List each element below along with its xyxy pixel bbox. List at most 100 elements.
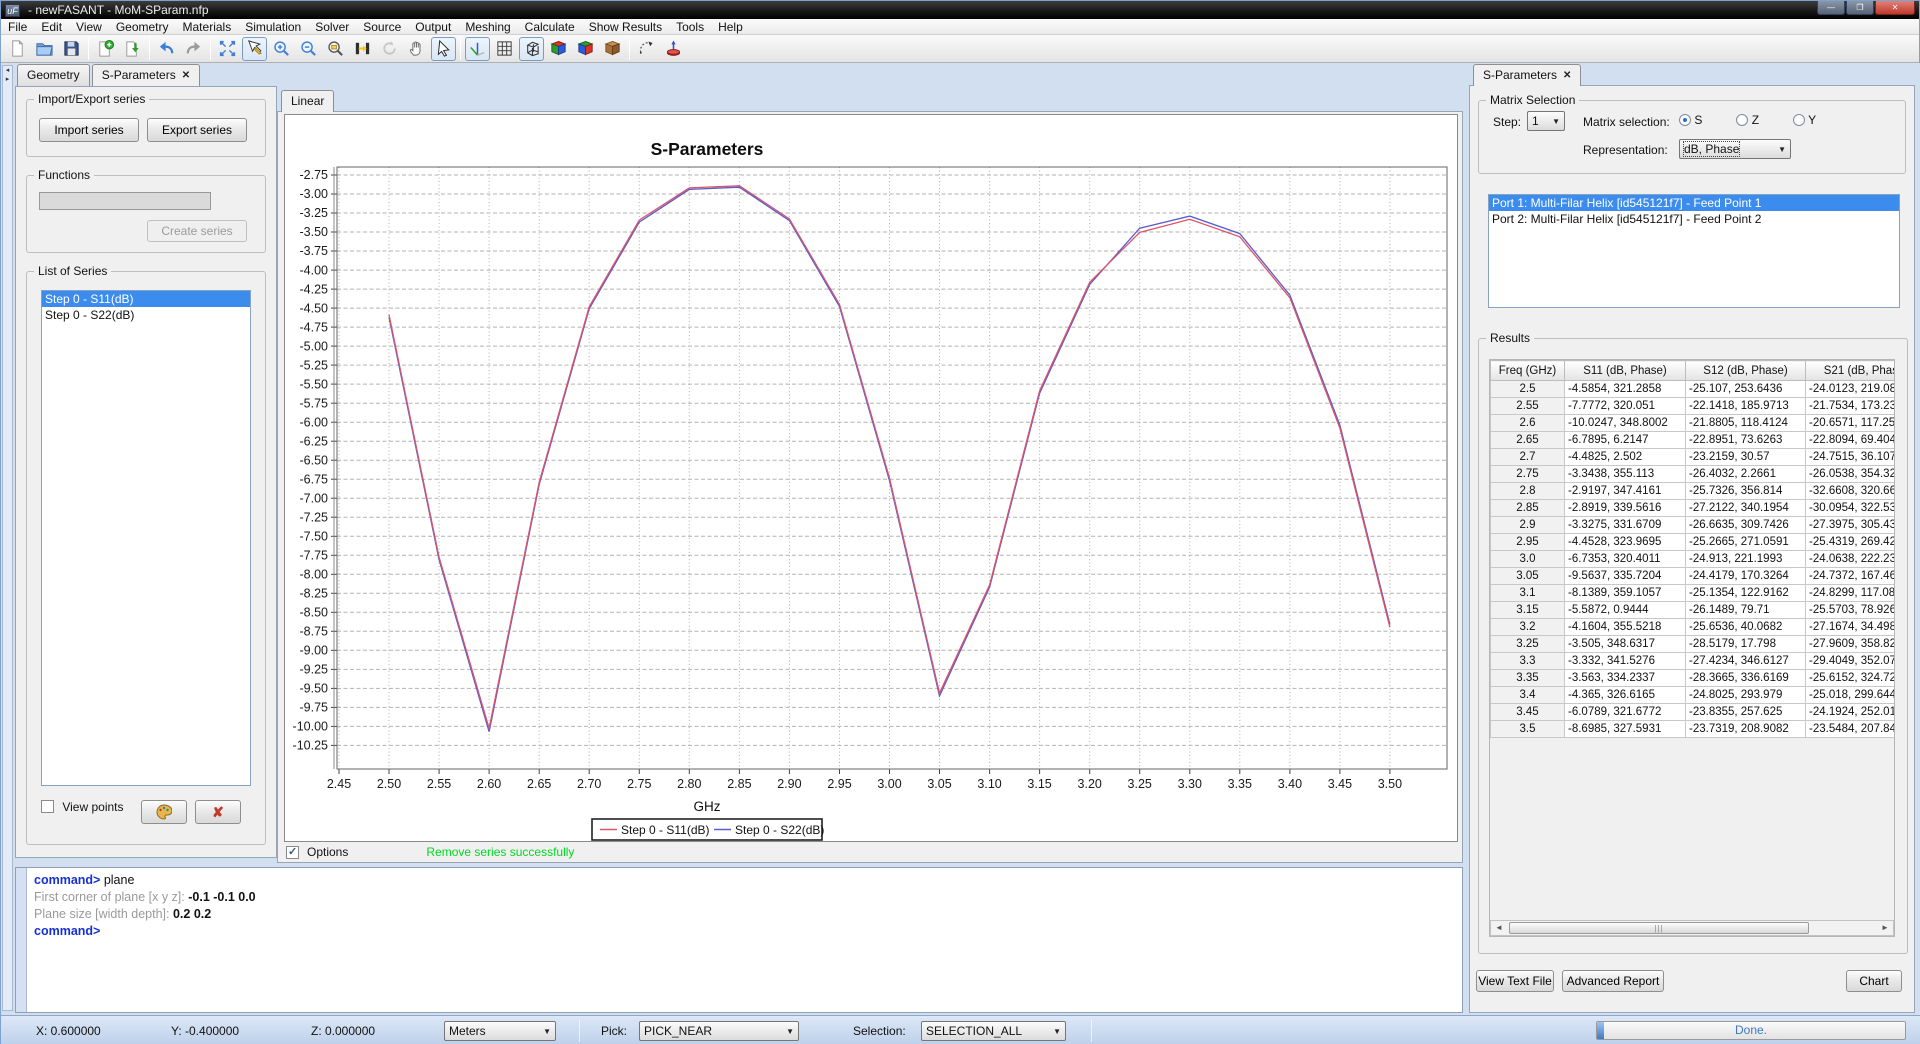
rotate-arc-button[interactable] xyxy=(634,37,659,61)
table-row[interactable]: 2.8-2.9197, 347.4161-25.7326, 356.814-32… xyxy=(1491,483,1896,500)
menu-file[interactable]: File xyxy=(1,19,34,35)
command-console[interactable]: command> planeFirst corner of plane [x y… xyxy=(15,867,1463,1013)
series-delete-button[interactable]: ✘ xyxy=(195,800,241,824)
tab-sparameters-left[interactable]: S-Parameters ✕ xyxy=(92,64,200,86)
menu-meshing[interactable]: Meshing xyxy=(458,19,517,35)
tab-close-icon[interactable]: ✕ xyxy=(182,71,190,81)
menu-output[interactable]: Output xyxy=(408,19,458,35)
chart-button[interactable]: Chart xyxy=(1846,970,1902,992)
representation-combo[interactable]: dB, Phase ▼ xyxy=(1679,139,1791,159)
table-row[interactable]: 3.35-3.563, 334.2337-28.3665, 336.6169-2… xyxy=(1491,670,1896,687)
axes-button[interactable] xyxy=(465,37,490,61)
table-row[interactable]: 2.5-4.5854, 321.2858-25.107, 253.6436-24… xyxy=(1491,381,1896,398)
export-series-button[interactable]: Export series xyxy=(147,118,247,142)
selection-combo[interactable]: SELECTION_ALL ▼ xyxy=(921,1021,1066,1041)
cone-axis-button[interactable] xyxy=(661,37,686,61)
table-row[interactable]: 3.15-5.5872, 0.9444-26.1489, 79.71-25.57… xyxy=(1491,602,1896,619)
table-row[interactable]: 3.1-8.1389, 359.1057-25.1354, 122.9162-2… xyxy=(1491,585,1896,602)
options-checkbox[interactable] xyxy=(286,846,299,859)
menu-simulation[interactable]: Simulation xyxy=(238,19,308,35)
pan-button[interactable] xyxy=(404,37,429,61)
menu-calculate[interactable]: Calculate xyxy=(518,19,582,35)
units-combo[interactable]: Meters ▼ xyxy=(444,1021,556,1041)
fit-view-button[interactable] xyxy=(215,37,240,61)
tab-linear[interactable]: Linear xyxy=(281,90,334,112)
table-row[interactable]: 3.4-4.365, 326.6165-24.8025, 293.979-25.… xyxy=(1491,687,1896,704)
table-row[interactable]: 2.65-6.7895, 6.2147-22.8951, 73.6263-22.… xyxy=(1491,432,1896,449)
rotate-view-button[interactable] xyxy=(377,37,402,61)
menu-show-results[interactable]: Show Results xyxy=(582,19,669,35)
open-file-button[interactable] xyxy=(32,37,57,61)
series-color-button[interactable] xyxy=(141,800,187,824)
import-series-button[interactable]: Import series xyxy=(39,118,139,142)
scroll-thumb[interactable]: ||| xyxy=(1509,922,1809,934)
close-button[interactable]: ✕ xyxy=(1875,1,1915,15)
flat-cube-button[interactable] xyxy=(573,37,598,61)
table-row[interactable]: 2.75-3.3438, 355.113-26.4032, 2.2661-26.… xyxy=(1491,466,1896,483)
table-row[interactable]: 2.85-2.8919, 339.5616-27.2122, 340.1954-… xyxy=(1491,500,1896,517)
table-row[interactable]: 3.5-8.6985, 327.5931-23.7319, 208.9082-2… xyxy=(1491,721,1896,738)
series-list-item[interactable]: Step 0 - S22(dB) xyxy=(42,307,250,323)
table-row[interactable]: 3.0-6.7353, 320.4011-24.913, 221.1993-24… xyxy=(1491,551,1896,568)
column-header[interactable]: S11 (dB, Phase) xyxy=(1565,361,1686,381)
menu-view[interactable]: View xyxy=(69,19,109,35)
view-text-file-button[interactable]: View Text File xyxy=(1476,970,1554,992)
minimize-button[interactable]: — xyxy=(1817,1,1845,15)
add-project-button[interactable] xyxy=(93,37,118,61)
menu-edit[interactable]: Edit xyxy=(34,19,69,35)
menu-solver[interactable]: Solver xyxy=(308,19,356,35)
table-row[interactable]: 2.55-7.7772, 320.051-22.1418, 185.9713-2… xyxy=(1491,398,1896,415)
table-row[interactable]: 2.7-4.4825, 2.502-23.2159, 30.57-24.7515… xyxy=(1491,449,1896,466)
create-series-button[interactable]: Create series xyxy=(147,220,247,242)
scroll-right-icon[interactable]: ► xyxy=(1877,921,1893,935)
wireframe-cube-button[interactable] xyxy=(519,37,544,61)
port-list-item[interactable]: Port 2: Multi-Filar Helix [id545121f7] -… xyxy=(1489,211,1899,227)
select-arrow-button[interactable] xyxy=(431,37,456,61)
table-row[interactable]: 3.2-4.1604, 355.5218-25.6536, 40.0682-27… xyxy=(1491,619,1896,636)
table-row[interactable]: 2.95-4.4528, 323.9695-25.2665, 271.0591-… xyxy=(1491,534,1896,551)
table-row[interactable]: 2.6-10.0247, 348.8002-21.8805, 118.4124-… xyxy=(1491,415,1896,432)
menu-help[interactable]: Help xyxy=(711,19,750,35)
new-file-button[interactable] xyxy=(5,37,30,61)
undo-button[interactable] xyxy=(154,37,179,61)
zoom-in-button[interactable] xyxy=(269,37,294,61)
tab-close-icon-right[interactable]: ✕ xyxy=(1563,71,1571,81)
frames-button[interactable] xyxy=(350,37,375,61)
view-points-checkbox[interactable] xyxy=(41,800,54,813)
solid-cube-button[interactable] xyxy=(600,37,625,61)
pick-combo[interactable]: PICK_NEAR ▼ xyxy=(639,1021,799,1041)
table-row[interactable]: 3.25-3.505, 348.6317-28.5179, 17.798-27.… xyxy=(1491,636,1896,653)
matrix-option-s[interactable]: S xyxy=(1679,113,1702,127)
zoom-out-button[interactable] xyxy=(296,37,321,61)
series-list-item[interactable]: Step 0 - S11(dB) xyxy=(42,291,250,307)
redo-button[interactable] xyxy=(181,37,206,61)
table-row[interactable]: 2.9-3.3275, 331.6709-26.6635, 309.7426-2… xyxy=(1491,517,1896,534)
dock-splitter[interactable]: ◂ ▸ xyxy=(2,65,13,1011)
shaded-cube-button[interactable] xyxy=(546,37,571,61)
column-header[interactable]: S21 (dB, Phase) xyxy=(1806,361,1896,381)
matrix-option-z[interactable]: Z xyxy=(1736,113,1759,127)
tab-sparameters-right[interactable]: S-Parameters ✕ xyxy=(1473,64,1581,86)
save-button[interactable] xyxy=(59,37,84,61)
menu-source[interactable]: Source xyxy=(356,19,408,35)
results-hscrollbar[interactable]: ◄ ||| ► xyxy=(1490,920,1894,936)
tab-geometry[interactable]: Geometry xyxy=(17,64,90,86)
pick-button[interactable] xyxy=(242,37,267,61)
menu-materials[interactable]: Materials xyxy=(176,19,239,35)
maximize-button[interactable]: ❐ xyxy=(1846,1,1874,15)
advanced-report-button[interactable]: Advanced Report xyxy=(1562,970,1664,992)
table-row[interactable]: 3.3-3.332, 341.5276-27.4234, 346.6127-29… xyxy=(1491,653,1896,670)
scroll-left-icon[interactable]: ◄ xyxy=(1491,921,1507,935)
port-list-item[interactable]: Port 1: Multi-Filar Helix [id545121f7] -… xyxy=(1489,195,1899,211)
grid-button[interactable] xyxy=(492,37,517,61)
table-row[interactable]: 3.45-6.0789, 321.6772-23.8355, 257.625-2… xyxy=(1491,704,1896,721)
column-header[interactable]: Freq (GHz) xyxy=(1491,361,1565,381)
matrix-option-y[interactable]: Y xyxy=(1793,113,1816,127)
menu-tools[interactable]: Tools xyxy=(669,19,711,35)
menu-geometry[interactable]: Geometry xyxy=(109,19,176,35)
function-input[interactable] xyxy=(39,192,211,210)
zoom-window-button[interactable] xyxy=(323,37,348,61)
column-header[interactable]: S12 (dB, Phase) xyxy=(1686,361,1806,381)
table-row[interactable]: 3.05-9.5637, 335.7204-24.4179, 170.3264-… xyxy=(1491,568,1896,585)
console-scrollbar[interactable] xyxy=(16,868,27,1012)
